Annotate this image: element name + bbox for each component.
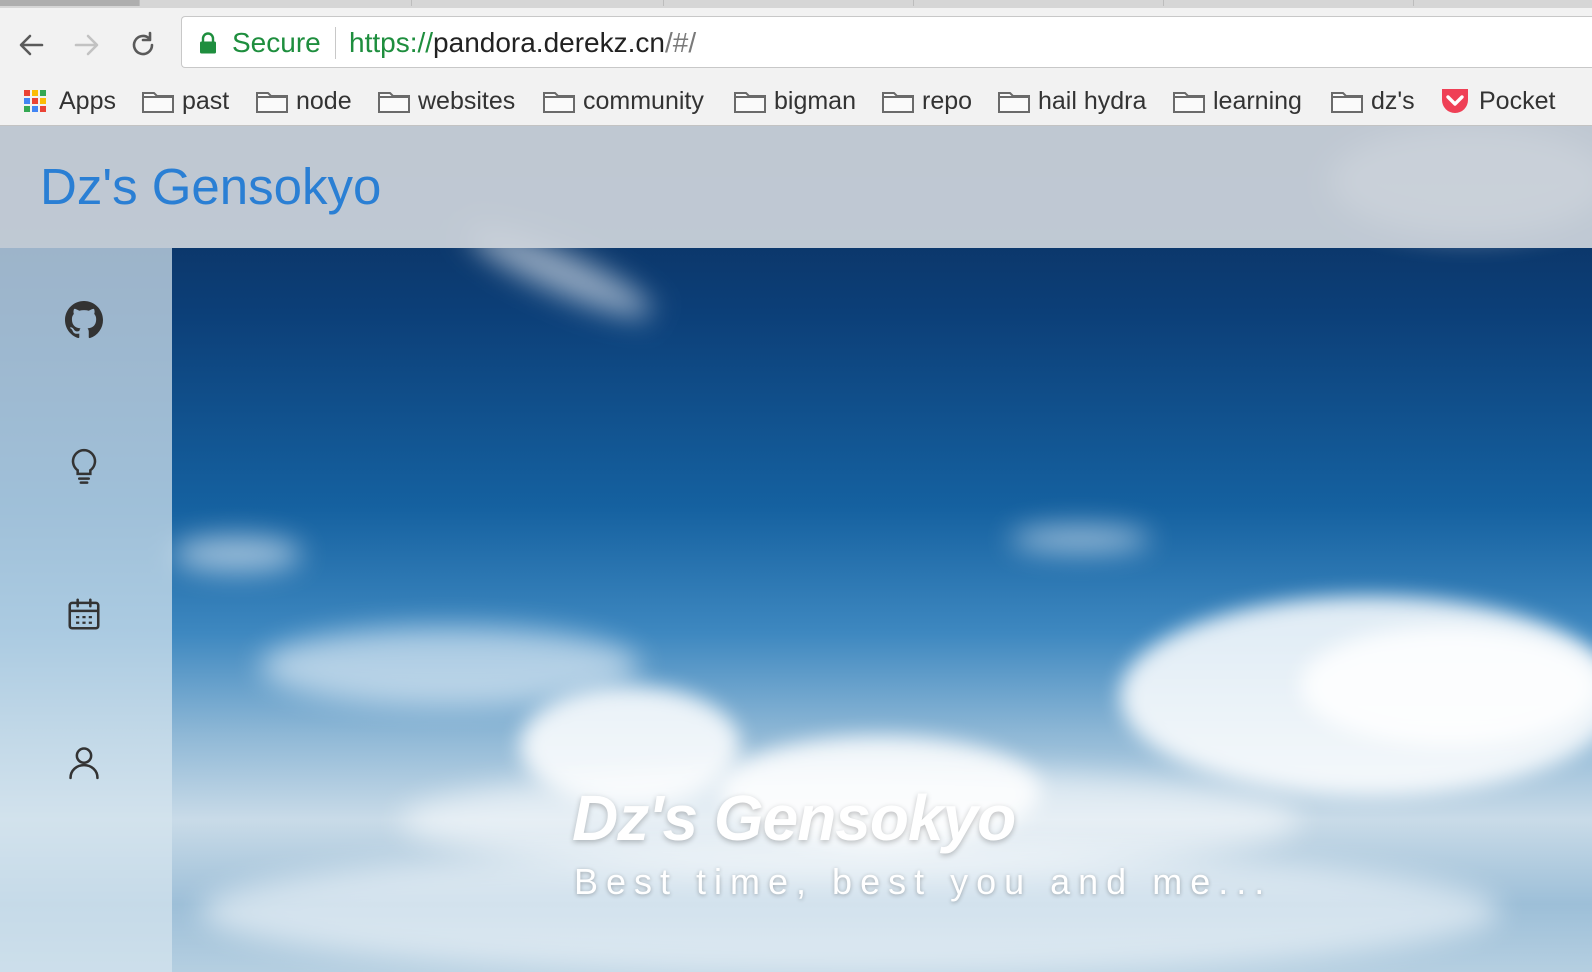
- folder-icon: [1172, 87, 1206, 115]
- folder-icon: [733, 87, 767, 115]
- forward-arrow-icon: [74, 34, 99, 56]
- lock-icon: [200, 32, 216, 54]
- back-button[interactable]: [14, 28, 48, 62]
- bookmark-label: Pocket: [1479, 86, 1556, 115]
- tab[interactable]: [664, 0, 914, 6]
- address-separator: [335, 27, 336, 59]
- url-text[interactable]: https://pandora.derekz.cn/#/: [349, 28, 696, 58]
- bookmark-label: community: [583, 86, 704, 115]
- sidebar: [0, 248, 172, 972]
- cloud: [1300, 626, 1592, 746]
- tab-strip: [0, 0, 1592, 8]
- bookmark-label: node: [296, 86, 352, 115]
- bookmark-label: learning: [1213, 86, 1302, 115]
- lightbulb-icon: [71, 448, 97, 484]
- tab[interactable]: [412, 0, 664, 6]
- bookmark-folder-node[interactable]: node: [255, 84, 352, 118]
- secure-label: Secure: [232, 27, 321, 58]
- tab[interactable]: [914, 0, 1164, 6]
- bookmark-folder-bigman[interactable]: bigman: [733, 84, 856, 118]
- bookmark-label: dz's: [1371, 86, 1415, 115]
- address-bar[interactable]: Secure https://pandora.derekz.cn/#/: [181, 16, 1592, 68]
- folder-icon: [255, 87, 289, 115]
- folder-icon: [997, 87, 1031, 115]
- hero-title: Dz's Gensokyo: [572, 782, 1016, 854]
- folder-icon: [881, 87, 915, 115]
- reload-icon: [132, 31, 154, 56]
- web-page: Dz's Gensokyo Dz's Gensokyo Best time, b…: [0, 126, 1592, 972]
- sidebar-item-github[interactable]: [62, 298, 106, 342]
- tab-active[interactable]: [0, 0, 140, 6]
- cloud: [1010, 526, 1150, 552]
- github-icon: [65, 301, 103, 339]
- calendar-icon: [68, 598, 100, 630]
- tab[interactable]: [1164, 0, 1414, 6]
- tab[interactable]: [140, 0, 412, 6]
- bookmark-label: hail hydra: [1038, 86, 1147, 115]
- bookmark-folder-learning[interactable]: learning: [1172, 84, 1302, 118]
- bookmark-label: Apps: [59, 86, 116, 115]
- site-header: Dz's Gensokyo: [0, 126, 1592, 248]
- bookmarks-bar: Apps past node websites community bigman…: [0, 78, 1592, 126]
- bookmark-folder-dzs[interactable]: dz's: [1330, 84, 1415, 118]
- forward-button[interactable]: [70, 28, 104, 62]
- url-host: pandora.derekz.cn: [433, 27, 665, 58]
- bookmark-folder-past[interactable]: past: [141, 84, 229, 118]
- pocket-icon: [1438, 87, 1472, 115]
- sidebar-item-calendar[interactable]: [62, 592, 106, 636]
- bookmark-folder-websites[interactable]: websites: [377, 84, 515, 118]
- bookmark-folder-repo[interactable]: repo: [881, 84, 972, 118]
- url-scheme: https://: [349, 27, 434, 58]
- folder-icon: [542, 87, 576, 115]
- folder-icon: [1330, 87, 1364, 115]
- user-icon: [69, 747, 99, 780]
- url-path: /#/: [664, 27, 697, 58]
- sidebar-item-about[interactable]: [62, 740, 106, 784]
- reload-button[interactable]: [126, 28, 160, 62]
- bookmark-label: past: [182, 86, 230, 115]
- bookmark-pocket[interactable]: Pocket: [1438, 84, 1555, 118]
- site-title[interactable]: Dz's Gensokyo: [40, 158, 381, 216]
- back-arrow-icon: [19, 34, 44, 56]
- browser-toolbar: Secure https://pandora.derekz.cn/#/: [0, 8, 1592, 78]
- apps-grid-icon: [18, 87, 52, 115]
- sidebar-item-ideas[interactable]: [62, 444, 106, 488]
- bookmark-apps[interactable]: Apps: [18, 84, 116, 118]
- folder-icon: [141, 87, 175, 115]
- bookmark-label: bigman: [774, 86, 856, 115]
- bookmark-folder-hail-hydra[interactable]: hail hydra: [997, 84, 1146, 118]
- hero-subtitle: Best time, best you and me...: [574, 861, 1273, 902]
- bookmark-label: websites: [418, 86, 516, 115]
- bookmark-folder-community[interactable]: community: [542, 84, 704, 118]
- folder-icon: [377, 87, 411, 115]
- cloud: [260, 626, 640, 706]
- bookmark-label: repo: [922, 86, 973, 115]
- cloud: [172, 536, 302, 572]
